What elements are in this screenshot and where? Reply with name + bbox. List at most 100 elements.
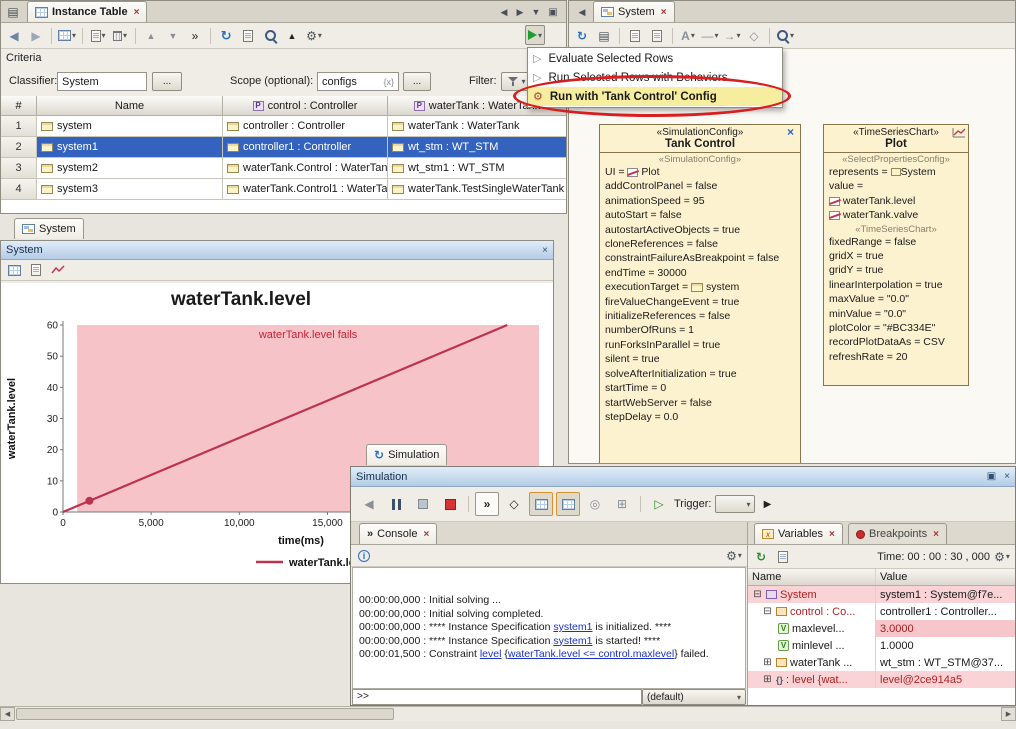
table-row-selected[interactable]: 2 system1 controller1 : Controller wt_st… xyxy=(1,137,567,158)
search-button[interactable] xyxy=(260,26,280,46)
console-log[interactable]: 00:00:00,000 : Initial solving ... 00:00… xyxy=(352,567,746,689)
tab-console[interactable]: » Console × xyxy=(359,523,437,544)
snapshot-button[interactable]: ⊞ xyxy=(610,492,634,516)
back-button[interactable]: ◀ xyxy=(4,26,24,46)
scope-browse-button[interactable]: ... xyxy=(403,72,431,91)
value-column-header[interactable]: Value xyxy=(876,569,1015,585)
tab-instance-table[interactable]: Instance Table × xyxy=(27,1,147,22)
diagram-canvas[interactable]: «SimulationConfig» Tank Control «Simulat… xyxy=(569,49,1015,463)
close-tab-icon[interactable]: × xyxy=(661,7,667,18)
web-server-button[interactable]: ◎ xyxy=(583,492,607,516)
terminate-button[interactable] xyxy=(438,492,462,516)
paste-button[interactable] xyxy=(647,26,667,46)
restore-icon[interactable]: ▣ xyxy=(987,471,996,482)
chart-series-button[interactable] xyxy=(48,261,68,279)
add-row-button[interactable]: ▾ xyxy=(88,26,108,46)
constraint-expression-link[interactable]: waterTank.level <= control.maxlevel xyxy=(508,648,674,660)
variables-export-button[interactable] xyxy=(773,547,793,567)
shape-tool-button[interactable]: ◇ xyxy=(744,26,764,46)
show-table-button[interactable]: ▾ xyxy=(57,26,77,46)
smart-manipulator-icon[interactable]: × xyxy=(787,125,794,139)
console-options-button[interactable]: ⚙▾ xyxy=(724,546,744,566)
col-header-num[interactable]: # xyxy=(1,96,37,116)
variables-refresh-button[interactable]: ↻ xyxy=(751,547,771,567)
variable-row-level-constraint[interactable]: ⊞: level {wat... level@2ce914a5 xyxy=(748,671,1015,688)
horizontal-scrollbar[interactable]: ◀ ▶ xyxy=(0,706,1016,721)
close-icon[interactable]: × xyxy=(542,245,548,256)
col-header-name[interactable]: Name xyxy=(37,96,223,116)
refresh-button[interactable]: ↻ xyxy=(216,26,236,46)
constraint-link[interactable]: level xyxy=(480,648,502,660)
scope-field[interactable]: configs{x} xyxy=(317,72,399,91)
close-tab-icon[interactable]: × xyxy=(134,7,140,18)
copy-button[interactable] xyxy=(625,26,645,46)
tab-system-chart[interactable]: System xyxy=(14,218,84,239)
toolbar-overflow-button[interactable]: » xyxy=(185,26,205,46)
options-button[interactable]: ⚙▾ xyxy=(304,26,324,46)
trigger-select[interactable]: ▾ xyxy=(715,495,755,513)
variable-row-minlevel[interactable]: minlevel ... 1.0000 xyxy=(748,637,1015,654)
scrollbar-thumb[interactable] xyxy=(16,708,394,720)
containment-tree-button[interactable]: ▤ xyxy=(594,26,614,46)
variable-row-maxlevel[interactable]: maxlevel... 3.0000 xyxy=(748,620,1015,637)
chart-export-button[interactable] xyxy=(26,261,46,279)
rewind-button[interactable]: ◀ xyxy=(357,492,381,516)
diagram-refresh-button[interactable]: ↻ xyxy=(572,26,592,46)
move-up-button[interactable]: ▲ xyxy=(141,26,161,46)
expand-icon[interactable]: ⊞ xyxy=(762,674,773,685)
classifier-browse-button[interactable]: ... xyxy=(152,72,182,91)
delete-row-button[interactable]: ▾ xyxy=(110,26,130,46)
table-row[interactable]: 1 system controller : Controller waterTa… xyxy=(1,116,567,137)
variable-row-system[interactable]: ⊟System system1 : System@f7e... xyxy=(748,586,1015,603)
col-header-control[interactable]: control : Controller xyxy=(223,96,388,116)
report-button[interactable] xyxy=(238,26,258,46)
forward-button[interactable]: ▶ xyxy=(26,26,46,46)
next-trigger-button[interactable]: ▶ xyxy=(758,494,778,514)
ui-panel-toggle-button[interactable] xyxy=(529,492,553,516)
variable-row-watertank[interactable]: ⊞waterTank ... wt_stm : WT_STM@37... xyxy=(748,654,1015,671)
tab-simulation[interactable]: ↻ Simulation xyxy=(366,444,447,465)
close-tab-icon[interactable]: × xyxy=(829,529,835,540)
variables-options-button[interactable]: ⚙▾ xyxy=(992,547,1012,567)
name-column-header[interactable]: Name xyxy=(748,569,876,585)
collapse-icon[interactable]: ⊟ xyxy=(762,606,773,617)
instance-link[interactable]: system1 xyxy=(553,635,592,647)
console-context-select[interactable]: (default)▾ xyxy=(642,689,746,705)
collapse-icon[interactable]: ⊟ xyxy=(752,589,763,600)
chart-grid-button[interactable] xyxy=(4,261,24,279)
scroll-left-icon[interactable]: ◀ xyxy=(0,707,15,721)
console-toggle-button[interactable]: » xyxy=(475,492,499,516)
tab-system-diagram[interactable]: System × xyxy=(593,1,675,22)
menu-item-run-behaviors[interactable]: ▷ Run Selected Rows with Behaviors xyxy=(528,68,782,87)
zoom-button[interactable]: ▾ xyxy=(775,26,795,46)
instance-link[interactable]: system1 xyxy=(553,621,592,633)
table-row[interactable]: 3 system2 waterTank.Control : WaterTank.… xyxy=(1,158,567,179)
expand-icon[interactable]: ⊞ xyxy=(762,657,773,668)
close-tab-icon[interactable]: × xyxy=(423,529,429,540)
close-tab-icon[interactable]: × xyxy=(933,529,939,540)
font-color-button[interactable]: A▾ xyxy=(678,26,698,46)
run-button[interactable]: ▾ xyxy=(525,25,545,45)
classifier-field[interactable]: System xyxy=(57,72,147,91)
maximize-pane-icon[interactable]: ▣ xyxy=(543,2,563,22)
pause-button[interactable] xyxy=(384,492,408,516)
menu-item-evaluate[interactable]: ▷ Evaluate Selected Rows xyxy=(528,49,782,68)
sort-button[interactable]: ▲ xyxy=(282,26,302,46)
step-button[interactable]: ◇ xyxy=(502,492,526,516)
tab-breakpoints[interactable]: Breakpoints × xyxy=(848,523,947,544)
console-prompt-input[interactable]: >> xyxy=(352,689,642,705)
scroll-right-icon[interactable]: ▶ xyxy=(1001,707,1016,721)
tab-scroll-left-icon[interactable]: ◀ xyxy=(572,2,592,22)
table-row[interactable]: 4 system3 waterTank.Control1 : WaterTank… xyxy=(1,179,567,200)
simulation-config-box[interactable]: «SimulationConfig» Tank Control «Simulat… xyxy=(599,124,801,464)
arrow-tool-button[interactable]: →▾ xyxy=(722,26,742,46)
tab-list-icon[interactable]: ▤ xyxy=(3,2,23,22)
console-info-button[interactable] xyxy=(354,546,374,566)
timeseries-chart-box[interactable]: «TimeSeriesChart» Plot «SelectProperties… xyxy=(823,124,969,386)
line-style-button[interactable]: —▾ xyxy=(700,26,720,46)
chart-panel-toggle-button[interactable] xyxy=(556,492,580,516)
tab-variables[interactable]: Variables × xyxy=(754,523,843,544)
variable-row-control[interactable]: ⊟control : Co... controller1 : Controlle… xyxy=(748,603,1015,620)
move-down-button[interactable]: ▼ xyxy=(163,26,183,46)
close-icon[interactable]: × xyxy=(1004,471,1010,482)
